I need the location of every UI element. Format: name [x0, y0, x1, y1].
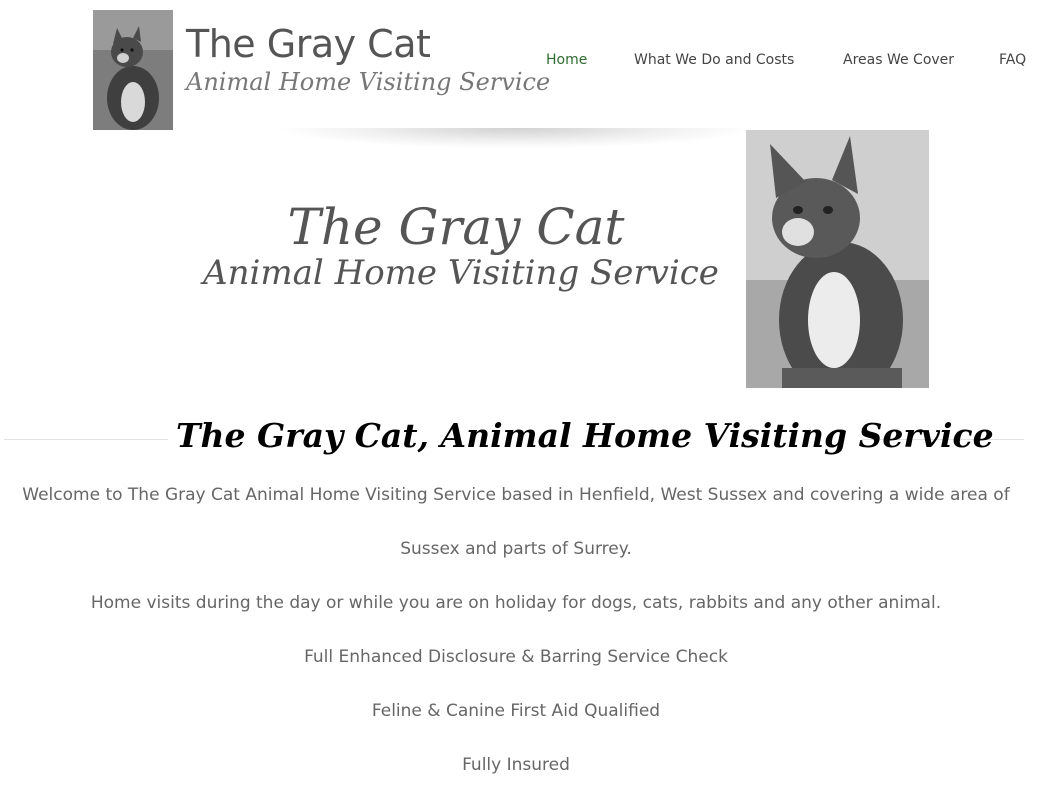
- first-aid-paragraph: Feline & Canine First Aid Qualified: [371, 701, 661, 721]
- home-visits-paragraph: Home visits during the day or while you …: [90, 593, 942, 613]
- nav-item-faq[interactable]: FAQ: [999, 52, 1026, 68]
- nav-item-home[interactable]: Home: [546, 52, 587, 68]
- section-heading: The Gray Cat, Animal Home Visiting Servi…: [176, 416, 994, 455]
- heading-rule-left: [4, 439, 168, 440]
- cat-photo-icon: [746, 130, 929, 388]
- intro-paragraph-line-2: Sussex and parts of Surrey.: [400, 539, 632, 559]
- hero-cat-photo: [746, 130, 929, 388]
- nav-item-what-we-do-and-costs[interactable]: What We Do and Costs: [634, 52, 794, 68]
- dbs-check-paragraph: Full Enhanced Disclosure & Barring Servi…: [304, 647, 728, 667]
- insured-paragraph: Fully Insured: [462, 755, 570, 775]
- main-nav: Home What We Do and Costs Areas We Cover…: [0, 52, 1062, 72]
- header-divider-shadow: [280, 128, 750, 148]
- intro-paragraph-line-1: Welcome to The Gray Cat Animal Home Visi…: [22, 485, 1010, 505]
- site-tagline: Animal Home Visiting Service: [186, 68, 551, 96]
- nav-item-areas-we-cover[interactable]: Areas We Cover: [843, 52, 954, 68]
